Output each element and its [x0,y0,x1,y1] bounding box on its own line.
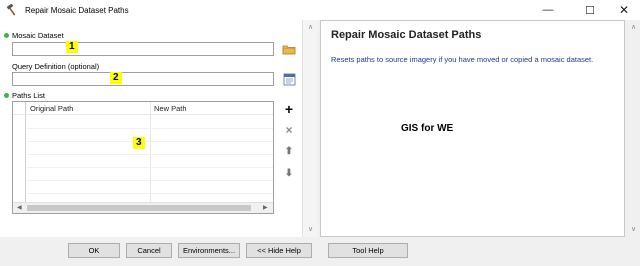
table-header: Original Path New Path [13,102,273,115]
required-indicator-icon [4,33,9,38]
scroll-down-icon[interactable]: ∨ [629,225,638,233]
window-title: Repair Mosaic Dataset Paths [25,5,129,15]
scroll-up-icon[interactable]: ∧ [629,23,638,31]
table-row [27,180,273,181]
query-definition-label: Query Definition (optional) [12,62,100,71]
table-row [27,128,273,129]
close-button[interactable]: ✕ [608,0,640,20]
annotation-marker-1: 1 [66,41,78,53]
sql-query-builder-icon[interactable] [281,71,297,87]
scroll-right-icon[interactable]: ▶ [263,204,268,211]
scroll-down-icon[interactable]: ∨ [306,225,315,233]
cancel-button[interactable]: Cancel [126,243,172,258]
button-bar: OK Cancel Environments... << Hide Help T… [0,237,640,266]
move-up-icon[interactable]: ⬆ [281,143,297,159]
help-panel-scrollbar[interactable]: ∧ ∨ [626,20,640,237]
help-description: Resets paths to source imagery if you ha… [331,55,594,64]
required-indicator-icon [4,93,9,98]
maximize-button[interactable]: ☐ [574,0,606,20]
column-header-new-path[interactable]: New Path [154,104,187,113]
left-panel-scrollbar[interactable]: ∧ ∨ [302,20,317,237]
move-down-icon[interactable]: ⬇ [281,165,297,181]
annotation-marker-3: 3 [133,137,145,149]
scrollbar-thumb[interactable] [27,205,251,211]
paths-list-label: Paths List [12,91,45,100]
help-panel: Repair Mosaic Dataset Paths Resets paths… [320,20,625,237]
horizontal-scrollbar[interactable]: ◀ ▶ [13,202,273,213]
mosaic-dataset-input[interactable] [12,42,274,56]
parameters-panel: Mosaic Dataset 1 Query Definition (optio… [0,20,317,237]
query-definition-input[interactable] [12,72,274,86]
paths-list-table[interactable]: Original Path New Path ◀ ▶ [12,101,274,214]
watermark-overlay-text: GIS for WE [401,123,454,134]
table-row [27,193,273,194]
minimize-button[interactable]: — [532,0,564,20]
tool-help-button[interactable]: Tool Help [328,243,408,258]
row-header-column [13,102,26,203]
table-row [27,141,273,142]
remove-row-icon[interactable]: × [281,122,297,138]
add-row-icon[interactable]: + [281,101,297,117]
help-title: Repair Mosaic Dataset Paths [331,29,482,41]
title-bar: Repair Mosaic Dataset Paths — ☐ ✕ [0,0,640,20]
scroll-left-icon[interactable]: ◀ [17,204,22,211]
mosaic-dataset-label: Mosaic Dataset [12,31,64,40]
scroll-up-icon[interactable]: ∧ [306,23,315,31]
table-row [27,167,273,168]
browse-folder-icon[interactable] [281,41,297,57]
hammer-icon [5,3,19,17]
environments-button[interactable]: Environments... [178,243,240,258]
table-row [27,154,273,155]
hide-help-button[interactable]: << Hide Help [246,243,312,258]
annotation-marker-2: 2 [110,72,122,84]
column-divider [150,102,151,202]
column-header-original-path[interactable]: Original Path [30,104,73,113]
ok-button[interactable]: OK [68,243,120,258]
